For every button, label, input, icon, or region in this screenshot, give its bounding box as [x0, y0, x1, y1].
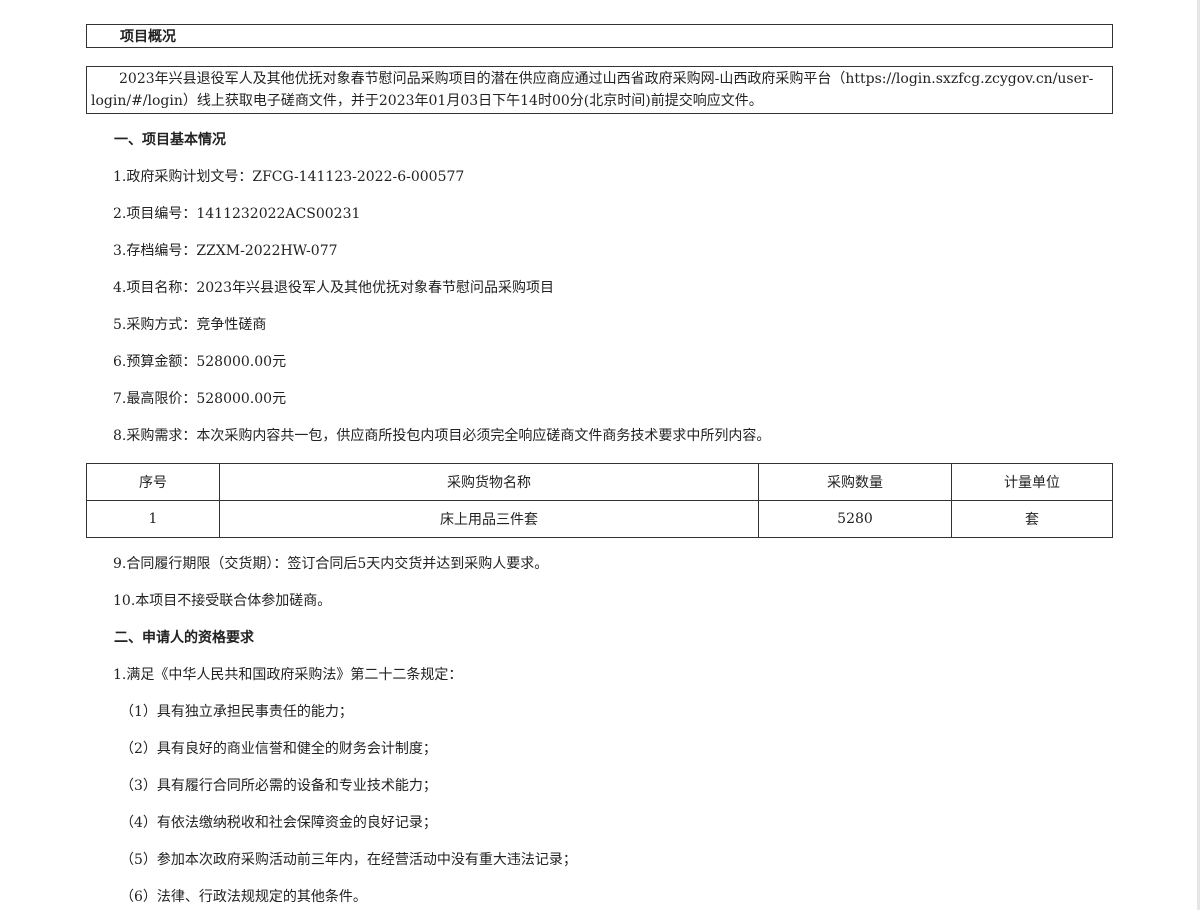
item-value: ZFCG-141123-2022-6-000577 — [252, 169, 465, 185]
item-value: ZZXM-2022HW-077 — [196, 243, 338, 259]
table-cell: 套 — [951, 500, 1113, 538]
table-cell: 1 — [86, 500, 220, 538]
item-no-consortium: 10.本项目不接受联合体参加磋商。 — [113, 593, 332, 609]
table-cell: 5280 — [758, 500, 952, 538]
item-label: 3.存档编号： — [113, 243, 197, 259]
item-label: 2.项目编号： — [113, 206, 197, 222]
item-value: 528000.00元 — [196, 391, 287, 407]
item-archive-number: 3.存档编号：ZZXM-2022HW-077 — [113, 233, 1113, 270]
table-header-row: 序号 采购货物名称 采购数量 计量单位 — [86, 463, 1113, 501]
item-max-price: 7.最高限价：528000.00元 — [113, 381, 1113, 418]
document-content: 项目概况 2023年兴县退役军人及其他优抚对象春节慰问品采购项目的潜在供应商应通… — [86, 24, 1113, 916]
table-header-cell: 采购货物名称 — [219, 463, 759, 501]
item-value: 1411232022ACS00231 — [196, 206, 361, 222]
item-label: 5.采购方式： — [113, 317, 197, 333]
qualification-condition: （5）参加本次政府采购活动前三年内，在经营活动中没有重大违法记录； — [120, 852, 577, 868]
item-plan-number: 1.政府采购计划文号：ZFCG-141123-2022-6-000577 — [113, 159, 1113, 196]
qualification-condition: （4）有依法缴纳税收和社会保障资金的良好记录； — [120, 815, 437, 831]
goods-table: 序号 采购货物名称 采购数量 计量单位 1 床上用品三件套 5280 套 — [86, 463, 1113, 538]
table-cell: 床上用品三件套 — [219, 500, 759, 538]
item-contract-period: 9.合同履行期限（交货期）：签订合同后5天内交货并达到采购人要求。 — [113, 546, 1113, 583]
item-label: 6.预算金额： — [113, 354, 197, 370]
section1-heading: 一、项目基本情况 — [114, 132, 226, 148]
item-label: 7.最高限价： — [113, 391, 197, 407]
overview-intro-box: 2023年兴县退役军人及其他优抚对象春节慰问品采购项目的潜在供应商应通过山西省政… — [86, 66, 1113, 114]
item-value: 528000.00元 — [196, 354, 287, 370]
item-requirement: 8.采购需求：本次采购内容共一包，供应商所投包内项目必须完全响应磋商文件商务技术… — [113, 418, 1113, 455]
item-budget: 6.预算金额：528000.00元 — [113, 344, 1113, 381]
item-label: 8.采购需求： — [113, 428, 197, 444]
item-procurement-method: 5.采购方式：竞争性磋商 — [113, 307, 1113, 344]
table-header-cell: 序号 — [86, 463, 220, 501]
qualification-condition: （1）具有独立承担民事责任的能力； — [120, 704, 353, 720]
item-value: 竞争性磋商 — [196, 317, 267, 333]
qualification-intro: 1.满足《中华人民共和国政府采购法》第二十二条规定： — [113, 667, 463, 683]
overview-title: 项目概况 — [86, 24, 1113, 48]
table-header-cell: 采购数量 — [758, 463, 952, 501]
item-project-number: 2.项目编号：1411232022ACS00231 — [113, 196, 1113, 233]
table-header-cell: 计量单位 — [951, 463, 1113, 501]
item-value: 本次采购内容共一包，供应商所投包内项目必须完全响应磋商文件商务技术要求中所列内容… — [196, 428, 771, 444]
qualification-condition: （6）法律、行政法规规定的其他条件。 — [120, 889, 367, 905]
item-label: 4.项目名称： — [113, 280, 197, 296]
section2-heading: 二、申请人的资格要求 — [114, 630, 254, 646]
item-project-name: 4.项目名称：2023年兴县退役军人及其他优抚对象春节慰问品采购项目 — [113, 270, 1113, 307]
qualification-condition: （3）具有履行合同所必需的设备和专业技术能力； — [120, 778, 437, 794]
qualification-condition: （2）具有良好的商业信誉和健全的财务会计制度； — [120, 741, 437, 757]
overview-intro-text: 2023年兴县退役军人及其他优抚对象春节慰问品采购项目的潜在供应商应通过山西省政… — [91, 71, 1094, 109]
item-label: 9.合同履行期限（交货期）： — [113, 556, 288, 572]
table-row: 1 床上用品三件套 5280 套 — [86, 500, 1113, 538]
item-label: 1.政府采购计划文号： — [113, 169, 253, 185]
item-value: 2023年兴县退役军人及其他优抚对象春节慰问品采购项目 — [196, 280, 554, 296]
item-value: 签订合同后5天内交货并达到采购人要求。 — [287, 556, 549, 572]
